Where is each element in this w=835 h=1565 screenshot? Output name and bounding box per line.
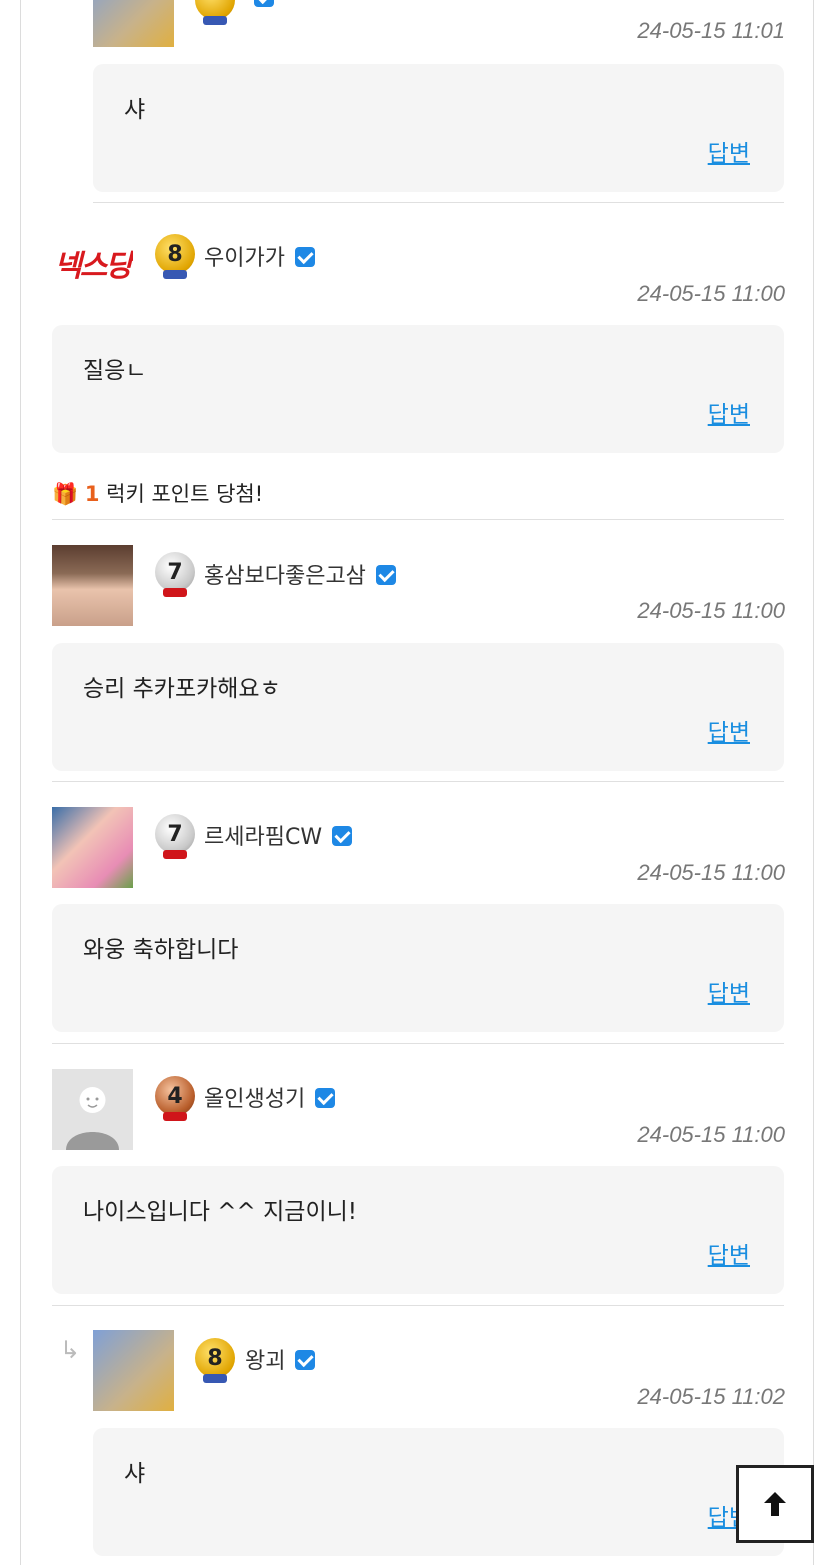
nickname[interactable]: 우이가가 [204,240,315,272]
divider [52,1305,784,1306]
comment-text: 샤 [124,1461,146,1487]
comment-time: 24-05-15 11:00 [637,281,785,306]
arrow-up-icon [764,1492,786,1516]
verified-icon [332,826,353,846]
avatar[interactable]: 넥스당 [52,222,133,303]
comment-text: 와웅 축하합니다 [83,937,239,963]
comment-text: 샤 [124,97,146,123]
comment-text: 승리 추카포카해요ㅎ [83,676,281,702]
avatar[interactable] [52,1069,133,1150]
nickname[interactable]: 르세라핌CW [204,819,353,851]
avatar[interactable] [52,545,133,626]
avatar[interactable] [93,0,174,47]
level-badge: 7 [155,552,195,597]
avatar[interactable] [52,807,133,888]
gift-icon: 🎁 [52,482,79,506]
default-avatar-icon [66,1087,119,1150]
comment-time: 24-05-15 11:00 [637,1122,785,1147]
verified-icon [254,0,274,7]
comment-text: 나이스입니다 ^^ 지금이니! [83,1199,357,1225]
scroll-top-button[interactable] [736,1465,814,1543]
divider [52,519,784,520]
comment-time: 24-05-15 11:00 [637,860,785,885]
verified-icon [375,565,396,585]
reply-link[interactable]: 답변 [708,974,750,1008]
nickname[interactable] [244,0,274,11]
reply-link[interactable]: 답변 [708,134,750,168]
nickname[interactable]: 왕괴 [245,1343,316,1375]
divider [52,1043,784,1044]
comment-bubble: 샤 답변 [93,1428,784,1556]
verified-icon [315,1088,336,1108]
divider [52,781,784,782]
reply-arrow-icon: ↳ [60,1336,81,1364]
verified-icon [294,247,315,267]
reply-link[interactable]: 답변 [708,1236,750,1270]
level-badge: 4 [155,1076,195,1121]
nickname[interactable]: 올인생성기 [204,1081,336,1113]
lucky-text: 럭키 포인트 당첨! [106,482,264,506]
avatar[interactable] [93,1330,174,1411]
comment-time: 24-05-15 11:01 [637,18,785,43]
nickname[interactable]: 홍삼보다좋은고삼 [204,558,396,590]
comment-bubble: 질응ㄴ 답변 [52,325,784,453]
comment-time: 24-05-15 11:02 [637,1384,785,1409]
level-badge: 7 [155,814,195,859]
comment-bubble: 샤 답변 [93,64,784,192]
comment-bubble: 와웅 축하합니다 답변 [52,904,784,1032]
reply-link[interactable]: 답변 [708,395,750,429]
level-badge: 8 [195,1338,235,1383]
comment-text: 질응ㄴ [83,358,147,384]
level-badge: 8 [155,234,195,279]
reply-link[interactable]: 답변 [708,713,750,747]
avatar-logo: 넥스당 [54,248,133,284]
lucky-count: 1 [84,482,100,506]
lucky-point-notice: 🎁 1 럭키 포인트 당첨! [52,478,263,508]
comment-bubble: 승리 추카포카해요ㅎ 답변 [52,643,784,771]
comment-bubble: 나이스입니다 ^^ 지금이니! 답변 [52,1166,784,1294]
verified-icon [295,1350,316,1370]
comment-time: 24-05-15 11:00 [637,598,785,623]
divider [93,202,784,203]
